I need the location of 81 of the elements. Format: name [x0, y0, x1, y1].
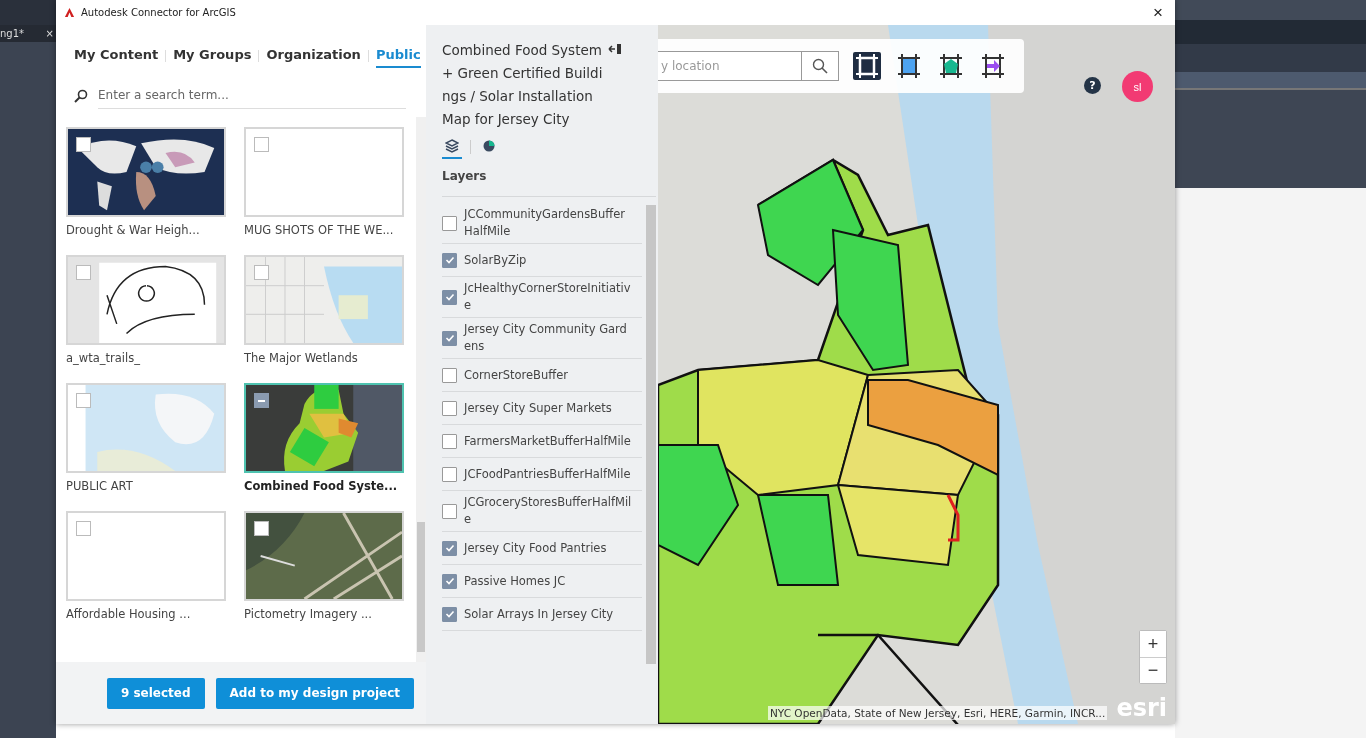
layer-name: JcHealthyCornerStoreInitiative — [464, 280, 632, 314]
layer-name: JCGroceryStoresBufferHalfMile — [464, 494, 632, 528]
scrollbar-thumb[interactable] — [417, 522, 425, 652]
close-button[interactable]: × — [1149, 2, 1167, 23]
check-icon — [444, 255, 455, 265]
map-drawing[interactable] — [658, 25, 1175, 724]
document-tab[interactable]: ng1* × — [0, 25, 56, 42]
frame-tool-button[interactable] — [853, 52, 881, 80]
layer-checkbox[interactable] — [442, 367, 457, 383]
pentagon-tool-button[interactable] — [937, 52, 965, 80]
map-title: Combined Food System + Green Certified Buildings / Solar Installation Map for Jersey City — [442, 41, 604, 129]
tab[interactable]: Organization — [266, 47, 361, 68]
app-logo-icon — [64, 7, 75, 18]
search-icon — [812, 58, 828, 74]
item-title: MUG SHOTS OF THE WE... — [244, 223, 395, 237]
layer-name: Jersey City Community Gardens — [464, 321, 628, 355]
check-icon — [444, 333, 455, 343]
document-tab-close[interactable]: × — [45, 28, 54, 39]
search-icon — [74, 88, 88, 103]
selected-count-button[interactable]: 9 selected — [106, 677, 205, 709]
zoom-out-button[interactable]: − — [1140, 657, 1166, 683]
layer-name: Jersey City Food Pantries — [464, 539, 608, 557]
item-title: Pictometry Imagery ... — [244, 607, 373, 621]
layer-checkbox[interactable] — [442, 215, 457, 231]
item-title: Affordable Housing ... — [66, 607, 192, 621]
layer-checkbox[interactable] — [442, 289, 457, 305]
layer-name: JCCommunityGardensBufferHalfMile — [464, 206, 627, 240]
layers-heading: Layers — [442, 169, 488, 183]
app-toolbar-background — [0, 0, 56, 25]
square-tool-icon — [895, 52, 923, 80]
tab[interactable]: My Content — [74, 47, 159, 68]
item-title: Drought & War Heigh... — [66, 223, 201, 237]
layer-checkbox[interactable] — [442, 540, 457, 556]
checkbox[interactable] — [254, 265, 269, 280]
layer-name: FarmersMarketBufferHalfMile — [464, 432, 632, 450]
layer-checkbox[interactable] — [442, 606, 457, 622]
layer-name: JCFoodPantriesBufferHalfMile — [464, 465, 632, 483]
checkbox[interactable] — [76, 521, 91, 536]
scrollbar-thumb[interactable] — [646, 205, 656, 664]
check-icon — [444, 292, 455, 302]
pentagon-tool-icon — [937, 52, 965, 80]
tab[interactable]: Public — [375, 47, 421, 68]
pie-chart-icon — [482, 139, 496, 153]
layer-checkbox[interactable] — [442, 573, 457, 589]
search-button[interactable] — [801, 51, 839, 81]
arrow-tool-button[interactable] — [979, 52, 1007, 80]
add-to-project-button[interactable]: Add to my design project — [215, 677, 414, 709]
layers-icon — [445, 139, 459, 153]
item-title: PUBLIC ART — [66, 479, 134, 493]
item-title: The Major Wetlands — [244, 351, 359, 365]
layer-checkbox[interactable] — [442, 330, 457, 346]
checkbox[interactable] — [76, 265, 91, 280]
layer-checkbox[interactable] — [442, 433, 457, 449]
layer-checkbox[interactable] — [442, 466, 457, 482]
location-search-field[interactable]: y location — [658, 51, 801, 81]
layer-name: Solar Arrays In Jersey City — [464, 605, 615, 623]
layer-name: Passive Homes JC — [464, 572, 567, 590]
checkbox[interactable] — [254, 393, 269, 408]
item-title: Combined Food Syste... — [244, 479, 399, 493]
check-icon — [444, 609, 455, 619]
document-tab-label[interactable]: ng1* — [0, 28, 25, 39]
checkbox[interactable] — [254, 521, 269, 536]
tab[interactable]: My Groups — [173, 47, 252, 68]
collapse-panel-icon[interactable] — [608, 43, 622, 55]
check-icon — [444, 543, 455, 553]
arrow-tool-icon — [979, 52, 1007, 80]
checkbox[interactable] — [254, 137, 269, 152]
map-attribution: NYC OpenData, State of New Jersey, Esri, HERE, Garmin, INCR... — [768, 706, 1108, 720]
layer-name: SolarByZip — [464, 251, 528, 269]
square-tool-button[interactable] — [895, 52, 923, 80]
window-title: Autodesk Connector for ArcGIS — [81, 7, 237, 18]
layer-checkbox[interactable] — [442, 400, 457, 416]
layer-name: CornerStoreBuffer — [464, 366, 569, 384]
layer-checkbox[interactable] — [442, 252, 457, 268]
layer-name: Jersey City Super Markets — [464, 399, 613, 417]
checkbox[interactable] — [76, 137, 91, 152]
layer-checkbox[interactable] — [442, 503, 457, 519]
checkbox[interactable] — [76, 393, 91, 408]
frame-tool-icon — [853, 52, 881, 80]
check-icon — [444, 576, 455, 586]
item-title: a_wta_trails_ — [66, 351, 141, 365]
